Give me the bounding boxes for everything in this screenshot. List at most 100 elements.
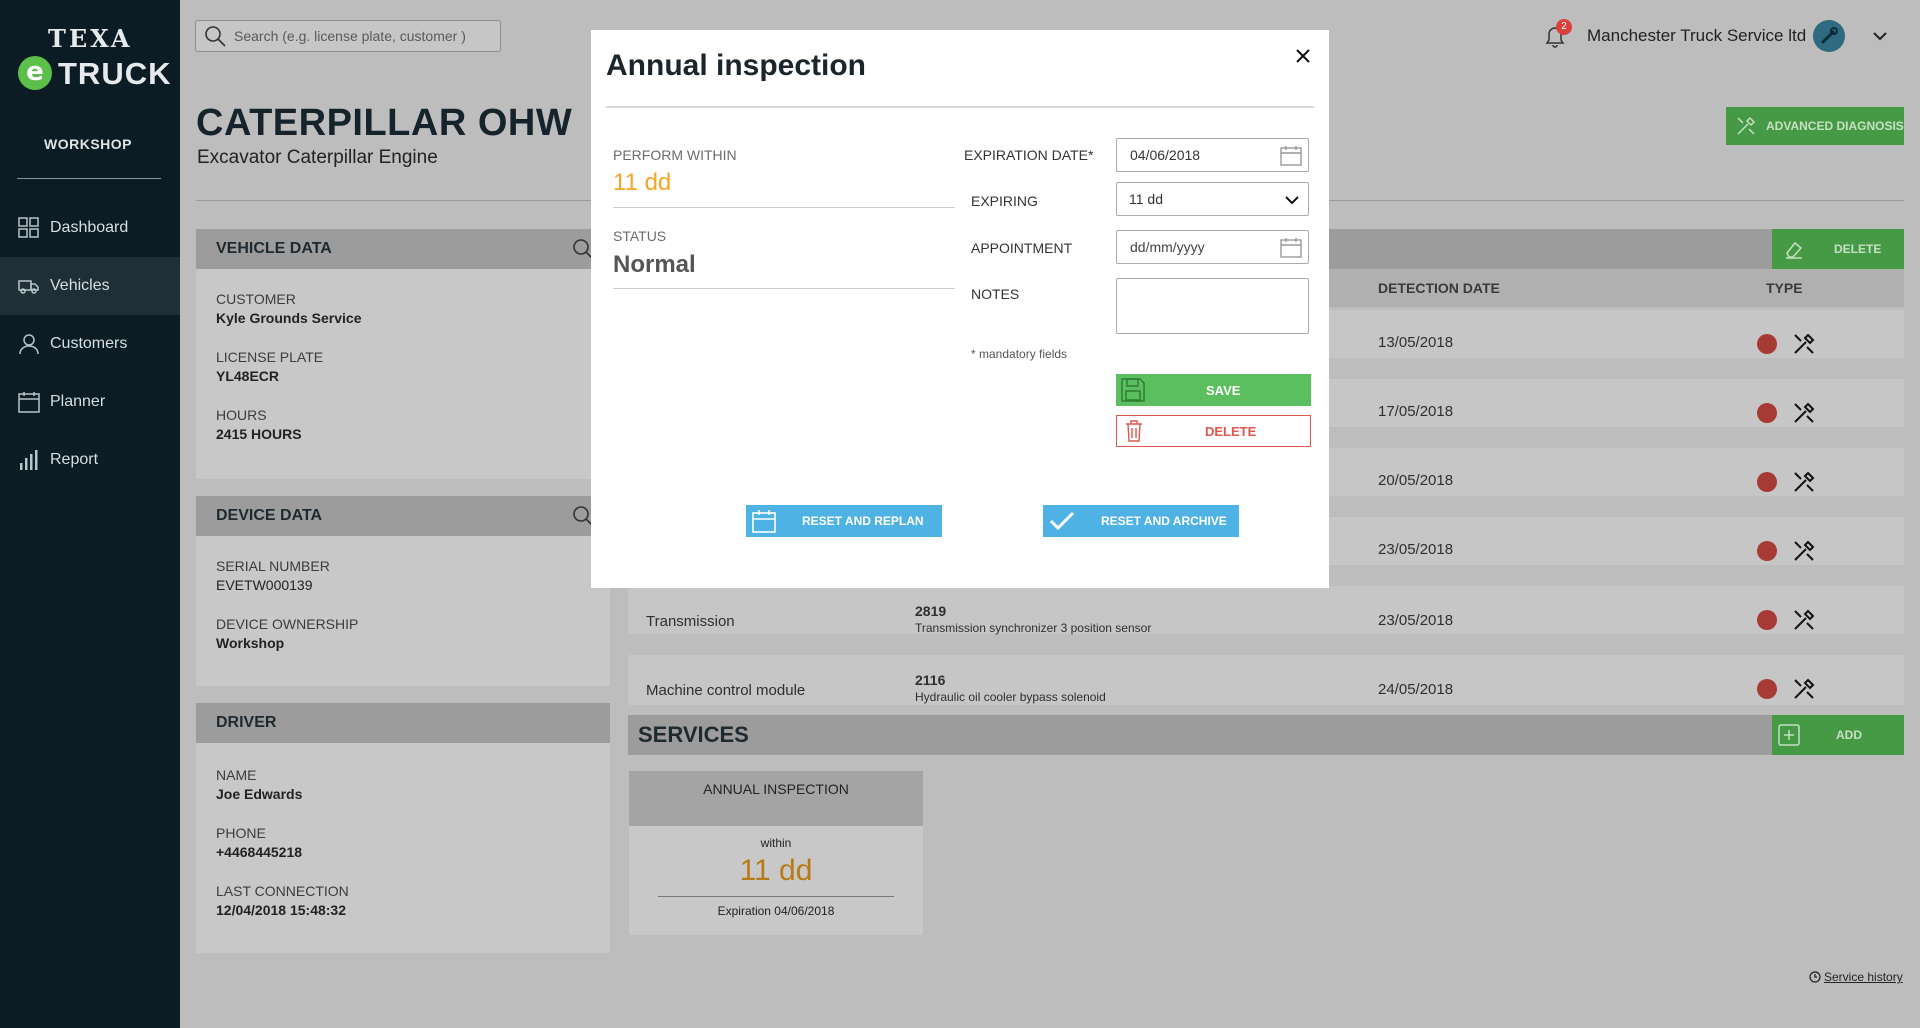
save-button[interactable]: SAVE <box>1116 374 1311 406</box>
tools-icon <box>1737 116 1756 135</box>
trash-icon <box>1126 420 1142 442</box>
detection-date: 23/05/2018 <box>1378 612 1454 629</box>
expiration-date-input[interactable] <box>1130 147 1270 163</box>
perform-within-value: 11 dd <box>613 169 672 196</box>
expiring-select[interactable]: 11 dd <box>1116 182 1309 216</box>
reset-and-archive-button[interactable]: RESET AND ARCHIVE <box>1043 505 1239 537</box>
appointment-label: APPOINTMENT <box>971 240 1073 256</box>
sidebar-item-planner[interactable]: Planner <box>0 373 180 431</box>
vehicle-data-header: VEHICLE DATA <box>196 229 610 269</box>
add-service-button[interactable]: ADD <box>1772 715 1904 755</box>
advanced-diagnosis-button[interactable]: ADVANCED DIAGNOSIS <box>1726 107 1904 145</box>
mandatory-note: * mandatory fields <box>971 347 1068 361</box>
tools-icon[interactable] <box>1792 677 1816 701</box>
status-dot <box>1757 679 1777 699</box>
delete-button[interactable]: DELETE <box>1116 415 1311 447</box>
delete-label: DELETE <box>1834 242 1882 256</box>
column-type[interactable]: TYPE <box>1766 280 1803 296</box>
system-name: Machine control module <box>646 682 806 699</box>
notes-label: NOTES <box>971 286 1020 302</box>
services-header: SERVICES <box>628 715 1904 755</box>
tools-icon[interactable] <box>1792 401 1816 425</box>
page-subtitle: Excavator Caterpillar Engine <box>197 147 438 168</box>
fault-code: 2116 <box>915 672 946 688</box>
calendar-icon[interactable] <box>1280 146 1302 166</box>
search-input[interactable] <box>234 28 494 44</box>
delete-label: DELETE <box>1205 423 1257 439</box>
detection-date: 17/05/2018 <box>1378 403 1454 420</box>
status-value: Normal <box>613 251 696 278</box>
chevron-down-icon[interactable] <box>1872 28 1888 44</box>
device-data-panel: DEVICE DATA SERIAL NUMBER EVETW000139 DE… <box>196 496 610 686</box>
close-icon[interactable] <box>1291 44 1315 68</box>
field-label: NAME <box>216 767 257 783</box>
license-plate-field: LICENSE PLATE YL48ECR <box>196 349 610 384</box>
page-title: CATERPILLAR OHW <box>196 102 573 144</box>
device-data-header: DEVICE DATA <box>196 496 610 536</box>
clock-icon <box>1809 971 1821 983</box>
table-row[interactable]: Transmission 2819 Transmission synchroni… <box>628 586 1904 644</box>
tools-icon[interactable] <box>1792 608 1816 632</box>
notes-textarea[interactable] <box>1116 278 1309 334</box>
field-label: DEVICE OWNERSHIP <box>216 616 359 632</box>
notification-badge: 2 <box>1556 19 1572 35</box>
detection-date: 20/05/2018 <box>1378 472 1454 489</box>
fault-code: 2819 <box>915 603 947 619</box>
tools-icon[interactable] <box>1792 332 1816 356</box>
expiration-date-field[interactable] <box>1116 138 1309 172</box>
calendar-icon <box>18 392 40 413</box>
panel-title: DRIVER <box>216 714 277 731</box>
detection-date: 23/05/2018 <box>1378 541 1454 558</box>
sidebar-nav: Dashboard Vehicles Customers Planner Rep… <box>0 199 180 489</box>
sidebar-item-customers[interactable]: Customers <box>0 315 180 373</box>
fault-description: Transmission synchronizer 3 position sen… <box>915 621 1152 635</box>
calendar-icon <box>752 510 776 533</box>
sidebar: TEXA e TRUCK WORKSHOP Dashboard Vehicles… <box>0 0 180 1028</box>
service-card[interactable]: ANNUAL INSPECTION within 11 dd Expiratio… <box>629 771 923 935</box>
texa-etruck-logo[interactable]: TEXA e TRUCK <box>18 22 171 92</box>
driver-name-field: NAME Joe Edwards <box>196 767 610 802</box>
detection-date: 24/05/2018 <box>1378 681 1454 698</box>
field-value: YL48ECR <box>216 368 280 384</box>
sidebar-item-report[interactable]: Report <box>0 431 180 489</box>
company-name[interactable]: Manchester Truck Service ltd <box>1587 26 1806 46</box>
driver-panel: DRIVER NAME Joe Edwards PHONE +446844521… <box>196 703 610 953</box>
calendar-icon[interactable] <box>1280 238 1302 258</box>
tools-icon[interactable] <box>1792 539 1816 563</box>
delete-faults-button[interactable]: DELETE <box>1772 229 1904 269</box>
sidebar-item-dashboard[interactable]: Dashboard <box>0 199 180 257</box>
service-history-link[interactable]: Service history <box>1809 970 1903 984</box>
status-dot <box>1757 334 1777 354</box>
truck-icon <box>18 280 39 294</box>
appointment-input[interactable] <box>1130 239 1270 255</box>
search-icon <box>205 26 226 47</box>
table-row[interactable]: Machine control module 2116 Hydraulic oi… <box>628 655 1904 705</box>
status-dot <box>1757 541 1777 561</box>
appointment-field[interactable] <box>1116 230 1309 264</box>
sidebar-item-label: Planner <box>50 393 106 410</box>
services-title: SERVICES <box>638 722 749 747</box>
sidebar-section-title: WORKSHOP <box>44 136 132 152</box>
field-label: HOURS <box>216 407 267 423</box>
expiring-label: EXPIRING <box>971 193 1038 209</box>
service-remaining: 11 dd <box>739 854 813 887</box>
last-connection-field: LAST CONNECTION 12/04/2018 15:48:32 <box>196 883 610 918</box>
reset-and-replan-button[interactable]: RESET AND REPLAN <box>746 505 942 537</box>
logo-truck: TRUCK <box>58 56 172 91</box>
wrench-icon <box>1821 27 1838 44</box>
detection-date: 13/05/2018 <box>1378 334 1454 351</box>
search-box[interactable] <box>195 20 501 52</box>
floppy-disk-icon <box>1121 378 1145 402</box>
service-history-label: Service history <box>1824 970 1903 984</box>
sidebar-item-vehicles[interactable]: Vehicles <box>0 257 180 315</box>
avatar[interactable] <box>1813 20 1845 52</box>
serial-number-field: SERIAL NUMBER EVETW000139 <box>196 558 610 593</box>
sidebar-item-label: Dashboard <box>50 219 129 236</box>
plus-icon <box>1778 724 1800 746</box>
column-detection-date[interactable]: DETECTION DATE <box>1378 280 1500 296</box>
device-ownership-field: DEVICE OWNERSHIP Workshop <box>196 616 610 651</box>
tools-icon[interactable] <box>1792 470 1816 494</box>
bar-chart-icon <box>20 450 38 470</box>
annual-inspection-modal: Annual inspection PERFORM WITHIN 11 dd S… <box>591 30 1329 588</box>
modal-title: Annual inspection <box>606 49 867 82</box>
